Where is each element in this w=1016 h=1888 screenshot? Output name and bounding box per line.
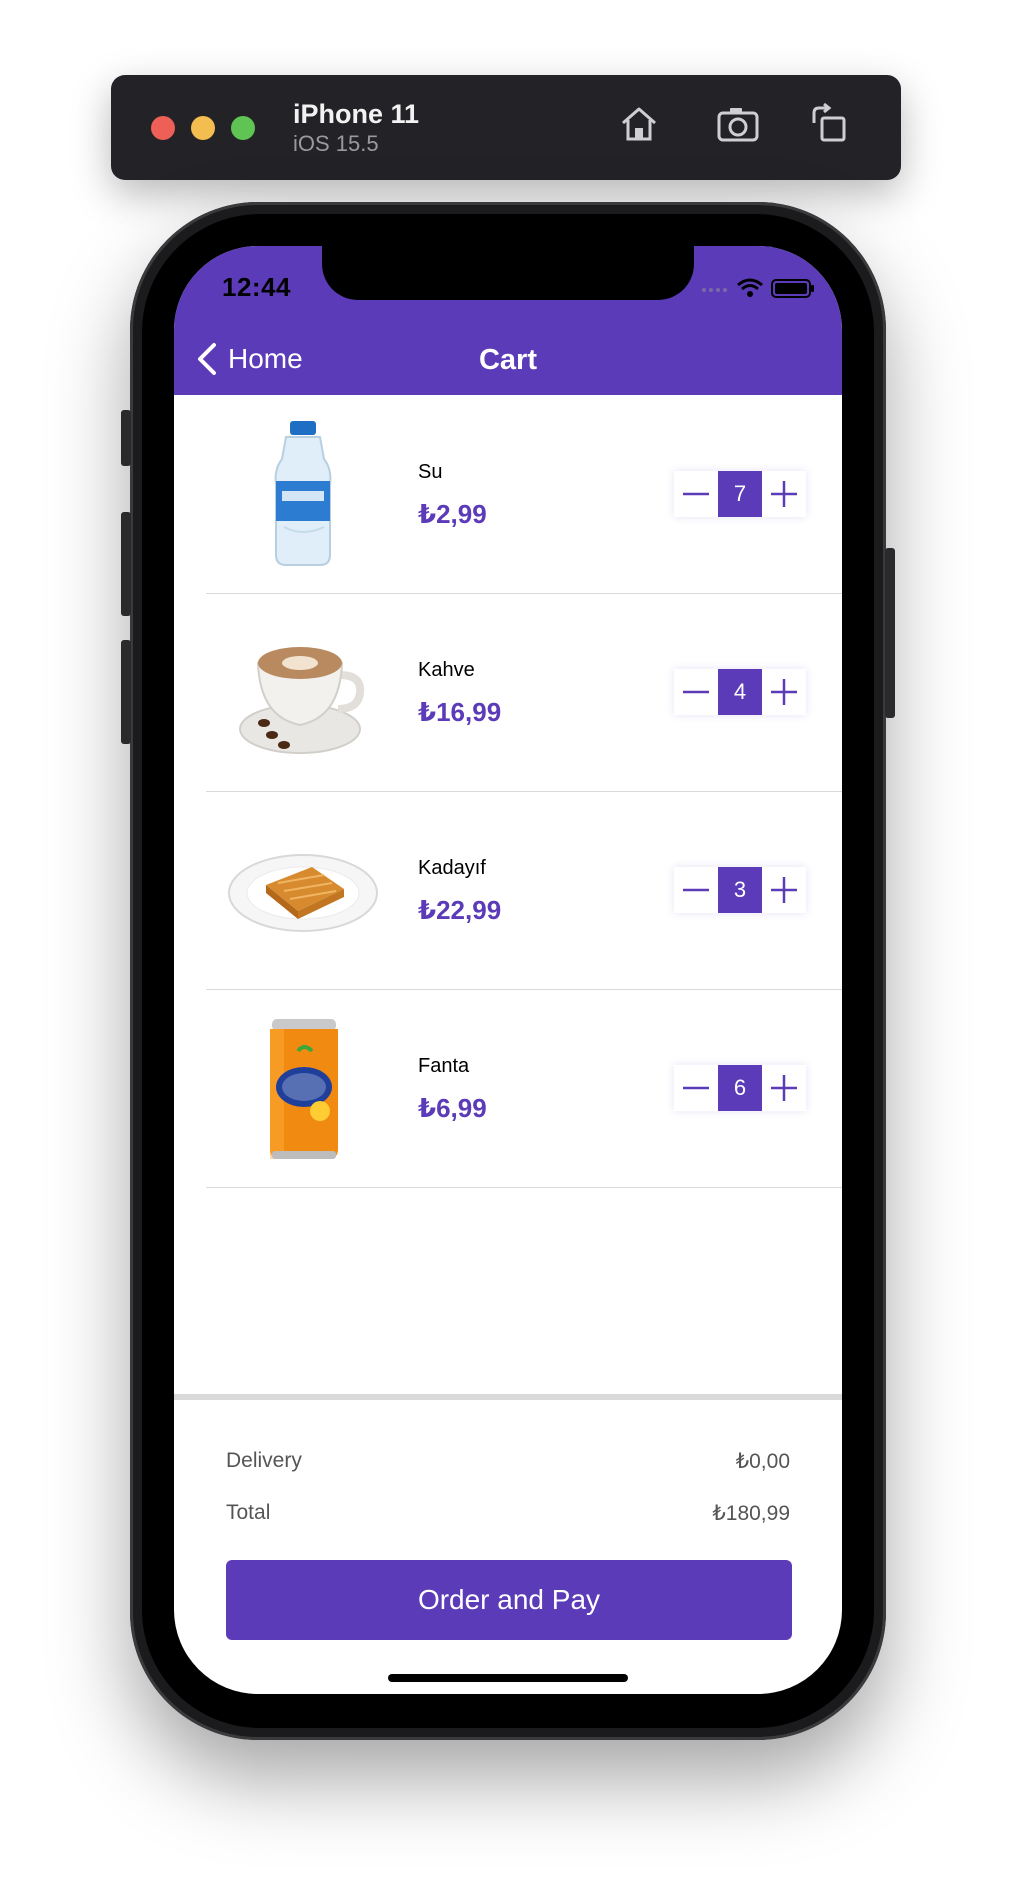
- mute-switch: [121, 410, 131, 466]
- volume-up-button: [121, 512, 131, 616]
- decrement-button[interactable]: [674, 867, 718, 913]
- cart-item: Fanta ₺6,99 6: [206, 989, 842, 1188]
- decrement-button[interactable]: [674, 1065, 718, 1111]
- item-price: ₺22,99: [418, 895, 502, 925]
- status-time: 12:44: [222, 272, 291, 302]
- volume-down-button: [121, 640, 131, 744]
- plus-icon: [771, 481, 797, 507]
- coffee-cup-image: [239, 647, 365, 754]
- zoom-window-button[interactable]: [231, 116, 255, 140]
- home-indicator: [388, 1674, 628, 1682]
- item-name: Kadayıf: [418, 857, 486, 879]
- simulator-title-bar: iPhone 11 iOS 15.5: [111, 75, 901, 180]
- power-button: [885, 548, 895, 718]
- increment-button[interactable]: [762, 669, 806, 715]
- minus-icon: [683, 690, 709, 694]
- decrement-button[interactable]: [674, 471, 718, 517]
- rotate-icon[interactable]: [806, 101, 852, 147]
- kadayif-plate-image: [228, 854, 378, 932]
- item-price: ₺2,99: [418, 499, 487, 529]
- plus-icon: [771, 679, 797, 705]
- minimize-window-button[interactable]: [191, 116, 215, 140]
- item-name: Su: [418, 461, 443, 483]
- total-label: Total: [226, 1501, 271, 1524]
- quantity-stepper: 7: [674, 471, 806, 517]
- cart-item: Su ₺2,99 7: [206, 395, 842, 594]
- cart-item: Kahve ₺16,99 4: [206, 593, 842, 792]
- delivery-label: Delivery: [226, 1449, 302, 1472]
- page-title: Cart: [478, 344, 537, 376]
- quantity-stepper: 6: [674, 1065, 806, 1111]
- device-name: iPhone 11: [293, 99, 420, 129]
- quantity-value: 6: [718, 1065, 762, 1111]
- wifi-icon: [737, 278, 763, 297]
- os-version: iOS 15.5: [293, 131, 379, 156]
- home-icon[interactable]: [616, 101, 662, 147]
- total-value: ₺180,99: [712, 1502, 790, 1525]
- item-name: Fanta: [418, 1055, 470, 1077]
- plus-icon: [771, 877, 797, 903]
- minus-icon: [683, 888, 709, 892]
- app-screen: 12:44 Home Cart Su ₺2,99 7 Kahve ₺16,99 …: [174, 246, 842, 1694]
- increment-button[interactable]: [762, 867, 806, 913]
- summary-divider: [174, 1394, 842, 1400]
- quantity-value: 7: [718, 471, 762, 517]
- item-price: ₺16,99: [418, 697, 502, 727]
- water-bottle-image: [274, 421, 332, 566]
- quantity-stepper: 4: [674, 669, 806, 715]
- delivery-value: ₺0,00: [735, 1450, 790, 1473]
- battery-icon: [771, 279, 814, 298]
- plus-icon: [771, 1075, 797, 1101]
- cart-item: Kadayıf ₺22,99 3: [206, 791, 842, 990]
- quantity-stepper: 3: [674, 867, 806, 913]
- quantity-value: 3: [718, 867, 762, 913]
- notch: [322, 246, 694, 300]
- minus-icon: [683, 492, 709, 496]
- minus-icon: [683, 1086, 709, 1090]
- screenshot-icon[interactable]: [715, 101, 761, 147]
- fanta-can-image: [270, 1019, 338, 1159]
- quantity-value: 4: [718, 669, 762, 715]
- close-window-button[interactable]: [151, 116, 175, 140]
- status-icons: [702, 278, 814, 298]
- decrement-button[interactable]: [674, 669, 718, 715]
- item-name: Kahve: [418, 659, 475, 681]
- item-price: ₺6,99: [418, 1093, 487, 1123]
- increment-button[interactable]: [762, 471, 806, 517]
- increment-button[interactable]: [762, 1065, 806, 1111]
- order-and-pay-button[interactable]: Order and Pay: [226, 1560, 792, 1640]
